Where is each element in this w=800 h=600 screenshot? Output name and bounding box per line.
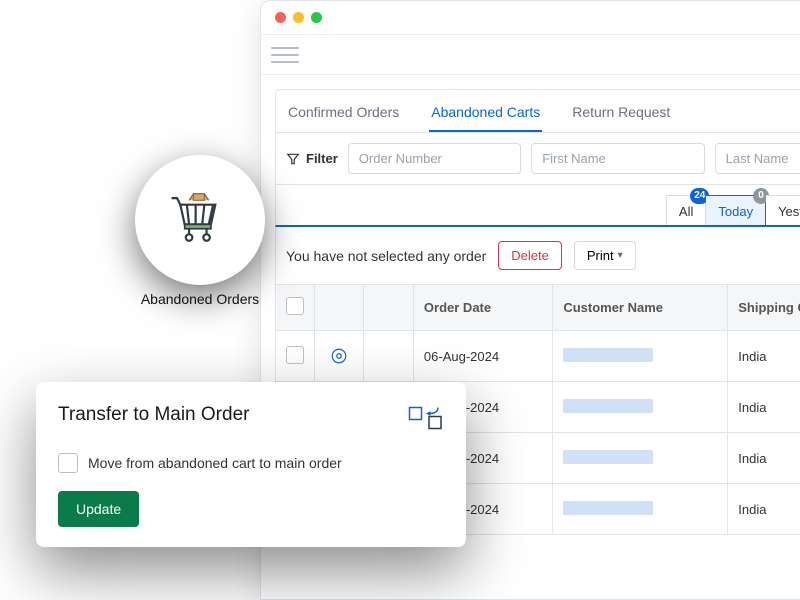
menu-icon[interactable] — [271, 45, 299, 65]
close-window-icon[interactable] — [275, 12, 286, 23]
filter-label-text: Filter — [306, 151, 338, 166]
last-name-input[interactable] — [715, 143, 800, 174]
cell-customer-name — [553, 484, 728, 535]
cell-customer-name — [553, 382, 728, 433]
cell-shipping-country: India — [728, 382, 800, 433]
minimize-window-icon[interactable] — [293, 12, 304, 23]
abandoned-orders-badge: Abandoned Orders — [110, 155, 290, 307]
redacted-name — [563, 501, 653, 515]
cell-customer-name — [553, 331, 728, 382]
cell-shipping-country: India — [728, 331, 800, 382]
first-name-input[interactable] — [531, 143, 704, 174]
window-titlebar — [261, 1, 800, 35]
cell-order-date: 06-Aug-2024 — [413, 331, 552, 382]
subtab-today[interactable]: Today 0 — [706, 195, 766, 225]
date-filter-row: All 24 Today 0 Yesterday 0 Last — [275, 185, 800, 227]
transfer-icon — [408, 404, 444, 437]
transfer-modal: Transfer to Main Order Move from abandon… — [36, 382, 466, 547]
col-view — [315, 285, 364, 331]
badge-circle — [135, 155, 265, 285]
subtab-all-label: All — [679, 204, 693, 219]
delete-button[interactable]: Delete — [498, 241, 562, 270]
update-button[interactable]: Update — [58, 491, 139, 527]
move-checkbox-label: Move from abandoned cart to main order — [88, 455, 342, 471]
cell-shipping-country: India — [728, 433, 800, 484]
top-toolbar — [261, 35, 800, 75]
print-button-label: Print — [587, 248, 614, 263]
tab-confirmed-orders[interactable]: Confirmed Orders — [286, 98, 401, 132]
redacted-name — [563, 450, 653, 464]
modal-title: Transfer to Main Order — [58, 404, 249, 426]
caret-down-icon: ▾ — [618, 250, 623, 261]
subtab-yesterday[interactable]: Yesterday 0 — [766, 195, 800, 225]
print-button[interactable]: Print ▾ — [574, 241, 636, 270]
redacted-name — [563, 399, 653, 413]
col-order-date: Order Date — [413, 285, 552, 331]
date-filter-tabs: All 24 Today 0 Yesterday 0 Last — [666, 195, 800, 225]
filter-label: Filter — [286, 151, 338, 166]
tab-return-request[interactable]: Return Request — [570, 98, 672, 132]
subtab-yesterday-label: Yesterday — [778, 204, 800, 219]
col-shipping-country: Shipping Count — [728, 285, 800, 331]
maximize-window-icon[interactable] — [311, 12, 322, 23]
filter-bar: Filter — [275, 133, 800, 185]
order-number-input[interactable] — [348, 143, 521, 174]
bulk-actions-row: You have not selected any order Delete P… — [275, 227, 800, 284]
cell-shipping-country: India — [728, 484, 800, 535]
badge-caption: Abandoned Orders — [110, 291, 290, 307]
col-customer-name: Customer Name — [553, 285, 728, 331]
view-order-icon[interactable] — [325, 343, 353, 369]
subtab-all[interactable]: All 24 — [666, 195, 706, 225]
window-controls — [275, 12, 322, 23]
row-checkbox[interactable] — [286, 346, 304, 364]
redacted-name — [563, 348, 653, 362]
cell-customer-name — [553, 433, 728, 484]
subtab-today-label: Today — [718, 204, 753, 219]
col-id — [364, 285, 414, 331]
table-row: 06-Aug-2024 India — [276, 331, 800, 382]
order-tabs: Confirmed Orders Abandoned Carts Return … — [275, 89, 800, 133]
selection-message: You have not selected any order — [286, 248, 486, 264]
move-checkbox[interactable] — [58, 453, 78, 473]
tab-abandoned-carts[interactable]: Abandoned Carts — [429, 98, 542, 132]
shopping-cart-icon — [165, 185, 235, 255]
move-checkbox-row[interactable]: Move from abandoned cart to main order — [58, 453, 444, 473]
